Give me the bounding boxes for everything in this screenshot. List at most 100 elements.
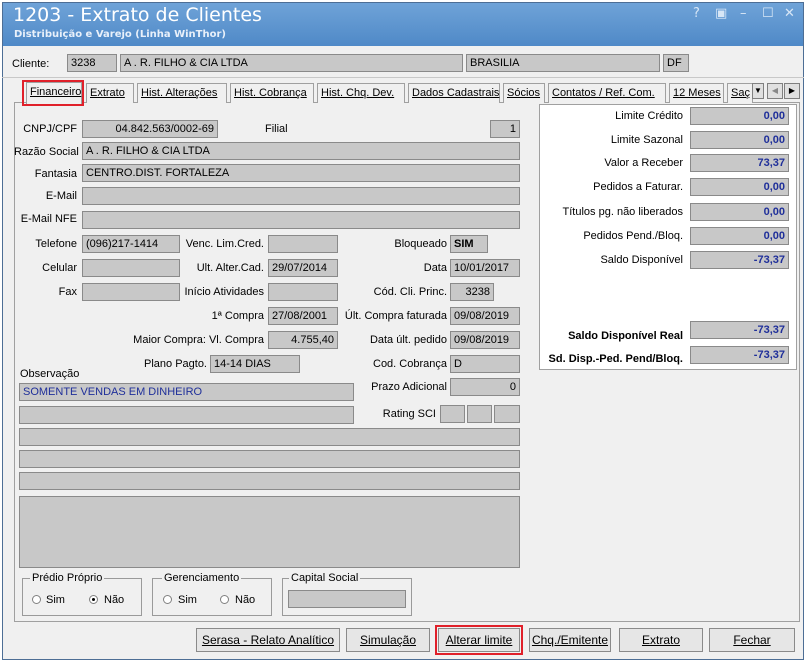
pedidos-faturar-label: Pedidos a Faturar. bbox=[593, 181, 683, 193]
tab-extrato[interactable]: Extrato bbox=[86, 83, 134, 103]
inicio-atividades-label: Início Atividades bbox=[184, 286, 265, 298]
email-nfe-label: E-Mail NFE bbox=[20, 213, 77, 225]
plano-pagto-label: Plano Pagto. bbox=[144, 358, 207, 370]
rating-sci-field-1[interactable] bbox=[440, 405, 465, 423]
primeira-compra-label: 1ª Compra bbox=[211, 310, 264, 322]
maior-compra-field[interactable]: 4.755,40 bbox=[268, 331, 338, 349]
primeira-compra-field[interactable]: 27/08/2001 bbox=[268, 307, 338, 325]
fechar-button[interactable]: Fechar bbox=[709, 628, 795, 652]
tab-financeiro[interactable]: Financeiro bbox=[26, 82, 82, 104]
tab-sac[interactable]: Saç bbox=[727, 83, 753, 103]
chq-emitente-button[interactable]: Chq./Emitente bbox=[529, 628, 611, 652]
limite-credito-value: 0,00 bbox=[690, 107, 789, 125]
ult-compra-faturada-field[interactable]: 09/08/2019 bbox=[450, 307, 520, 325]
client-code-field[interactable]: 3238 bbox=[67, 54, 117, 72]
valor-receber-label: Valor a Receber bbox=[604, 157, 683, 169]
prazo-adicional-field[interactable]: 0 bbox=[450, 378, 520, 396]
titulos-nao-liberados-label: Títulos pg. não liberados bbox=[562, 206, 683, 218]
observacao-line-5[interactable] bbox=[19, 472, 520, 490]
rating-sci-field-2[interactable] bbox=[467, 405, 492, 423]
observacao-line-2[interactable] bbox=[19, 406, 354, 424]
venc-lim-cred-field[interactable] bbox=[268, 235, 338, 253]
capital-social-label: Capital Social bbox=[289, 572, 361, 584]
telefone-label: Telefone bbox=[35, 238, 77, 250]
tab-dropdown-icon[interactable]: ▼ bbox=[752, 83, 764, 99]
titulos-nao-liberados-value: 0,00 bbox=[690, 203, 789, 221]
razao-social-label: Razão Social bbox=[14, 146, 79, 158]
client-label: Cliente: bbox=[12, 58, 50, 70]
observacao-memo[interactable] bbox=[19, 496, 520, 568]
restore-panel-icon[interactable]: ▣ bbox=[715, 6, 727, 21]
gerenciamento-sim-radio[interactable] bbox=[163, 595, 172, 604]
fax-field[interactable] bbox=[82, 283, 180, 301]
observacao-line-4[interactable] bbox=[19, 450, 520, 468]
cnpj-field[interactable]: 04.842.563/0002-69 bbox=[82, 120, 218, 138]
ult-compra-faturada-label: Últ. Compra faturada bbox=[344, 310, 447, 322]
help-icon[interactable]: ? bbox=[693, 6, 700, 21]
tab-hist-chq-dev[interactable]: Hist. Chq. Dev. bbox=[317, 83, 405, 103]
close-icon[interactable]: ✕ bbox=[784, 6, 795, 21]
predio-nao-label: Não bbox=[104, 594, 125, 606]
pedidos-faturar-value: 0,00 bbox=[690, 178, 789, 196]
prazo-adicional-label: Prazo Adicional bbox=[371, 381, 447, 393]
serasa-button[interactable]: Serasa - Relato Analítico bbox=[196, 628, 340, 652]
rating-sci-field-3[interactable] bbox=[494, 405, 520, 423]
predio-proprio-label: Prédio Próprio bbox=[30, 572, 105, 584]
bloqueado-field[interactable]: SIM bbox=[450, 235, 488, 253]
saldo-disponivel-real-label: Saldo Disponível Real bbox=[568, 330, 683, 342]
capital-social-field[interactable] bbox=[288, 590, 406, 608]
tab-scroll-left-icon[interactable]: ◀ bbox=[767, 83, 783, 99]
inicio-atividades-field[interactable] bbox=[268, 283, 338, 301]
fantasia-field[interactable]: CENTRO.DIST. FORTALEZA bbox=[82, 164, 520, 182]
maximize-icon[interactable]: ☐ bbox=[762, 6, 774, 21]
highlight-alterar-limite bbox=[435, 625, 523, 655]
tab-hist-cobranca[interactable]: Hist. Cobrança bbox=[230, 83, 314, 103]
predio-sim-label: Sim bbox=[46, 594, 65, 606]
email-nfe-field[interactable] bbox=[82, 211, 520, 229]
cod-cobranca-field[interactable]: D bbox=[450, 355, 520, 373]
tab-dados-cadastrais[interactable]: Dados Cadastrais bbox=[408, 83, 500, 103]
tab-scroll-right-icon[interactable]: ▶ bbox=[784, 83, 800, 99]
tab-contatos[interactable]: Contatos / Ref. Com. bbox=[548, 83, 666, 103]
email-label: E-Mail bbox=[45, 190, 77, 202]
saldo-disponivel-value: -73,37 bbox=[690, 251, 789, 269]
valor-receber-value: 73,37 bbox=[690, 154, 789, 172]
telefone-field[interactable]: (096)217-1414 bbox=[82, 235, 180, 253]
observacao-label: Observação bbox=[20, 368, 80, 380]
observacao-line-1[interactable]: SOMENTE VENDAS EM DINHEIRO bbox=[19, 383, 354, 401]
observacao-line-3[interactable] bbox=[19, 428, 520, 446]
window-subtitle: Distribuição e Varejo (Linha WinThor) bbox=[14, 29, 226, 40]
client-name-field[interactable]: A . R. FILHO & CIA LTDA bbox=[120, 54, 463, 72]
venc-lim-cred-label: Venc. Lim.Cred. bbox=[185, 238, 264, 250]
gerenciamento-label: Gerenciamento bbox=[162, 572, 242, 584]
client-city-field[interactable]: BRASILIA bbox=[466, 54, 660, 72]
predio-nao-radio[interactable] bbox=[89, 595, 98, 604]
celular-field[interactable] bbox=[82, 259, 180, 277]
simulacao-button[interactable]: Simulação bbox=[346, 628, 430, 652]
title-bar: 1203 - Extrato de Clientes Distribuição … bbox=[3, 3, 803, 46]
tab-socios[interactable]: Sócios bbox=[503, 83, 545, 103]
sd-disp-ped-pend-label: Sd. Disp.-Ped. Pend/Bloq. bbox=[548, 353, 683, 365]
limite-sazonal-value: 0,00 bbox=[690, 131, 789, 149]
limite-credito-label: Limite Crédito bbox=[615, 110, 683, 122]
tab-hist-alteracoes[interactable]: Hist. Alterações bbox=[137, 83, 227, 103]
predio-sim-radio[interactable] bbox=[32, 595, 41, 604]
cod-cli-princ-field[interactable]: 3238 bbox=[450, 283, 494, 301]
sd-disp-ped-pend-value: -73,37 bbox=[690, 346, 789, 364]
pedidos-pend-bloq-value: 0,00 bbox=[690, 227, 789, 245]
razao-social-field[interactable]: A . R. FILHO & CIA LTDA bbox=[82, 142, 520, 160]
email-field[interactable] bbox=[82, 187, 520, 205]
filial-field[interactable]: 1 bbox=[490, 120, 520, 138]
gerenciamento-nao-radio[interactable] bbox=[220, 595, 229, 604]
data-ult-pedido-field[interactable]: 09/08/2019 bbox=[450, 331, 520, 349]
fax-label: Fax bbox=[58, 286, 77, 298]
ult-alter-cad-field[interactable]: 29/07/2014 bbox=[268, 259, 338, 277]
extrato-button[interactable]: Extrato bbox=[619, 628, 703, 652]
data-field[interactable]: 10/01/2017 bbox=[450, 259, 520, 277]
tab-12-meses[interactable]: 12 Meses bbox=[669, 83, 724, 103]
plano-pagto-field[interactable]: 14-14 DIAS bbox=[210, 355, 300, 373]
client-uf-field[interactable]: DF bbox=[663, 54, 689, 72]
minimize-icon[interactable]: – bbox=[740, 6, 747, 21]
cnpj-label: CNPJ/CPF bbox=[23, 123, 77, 135]
data-ult-pedido-label: Data últ. pedido bbox=[369, 334, 447, 346]
